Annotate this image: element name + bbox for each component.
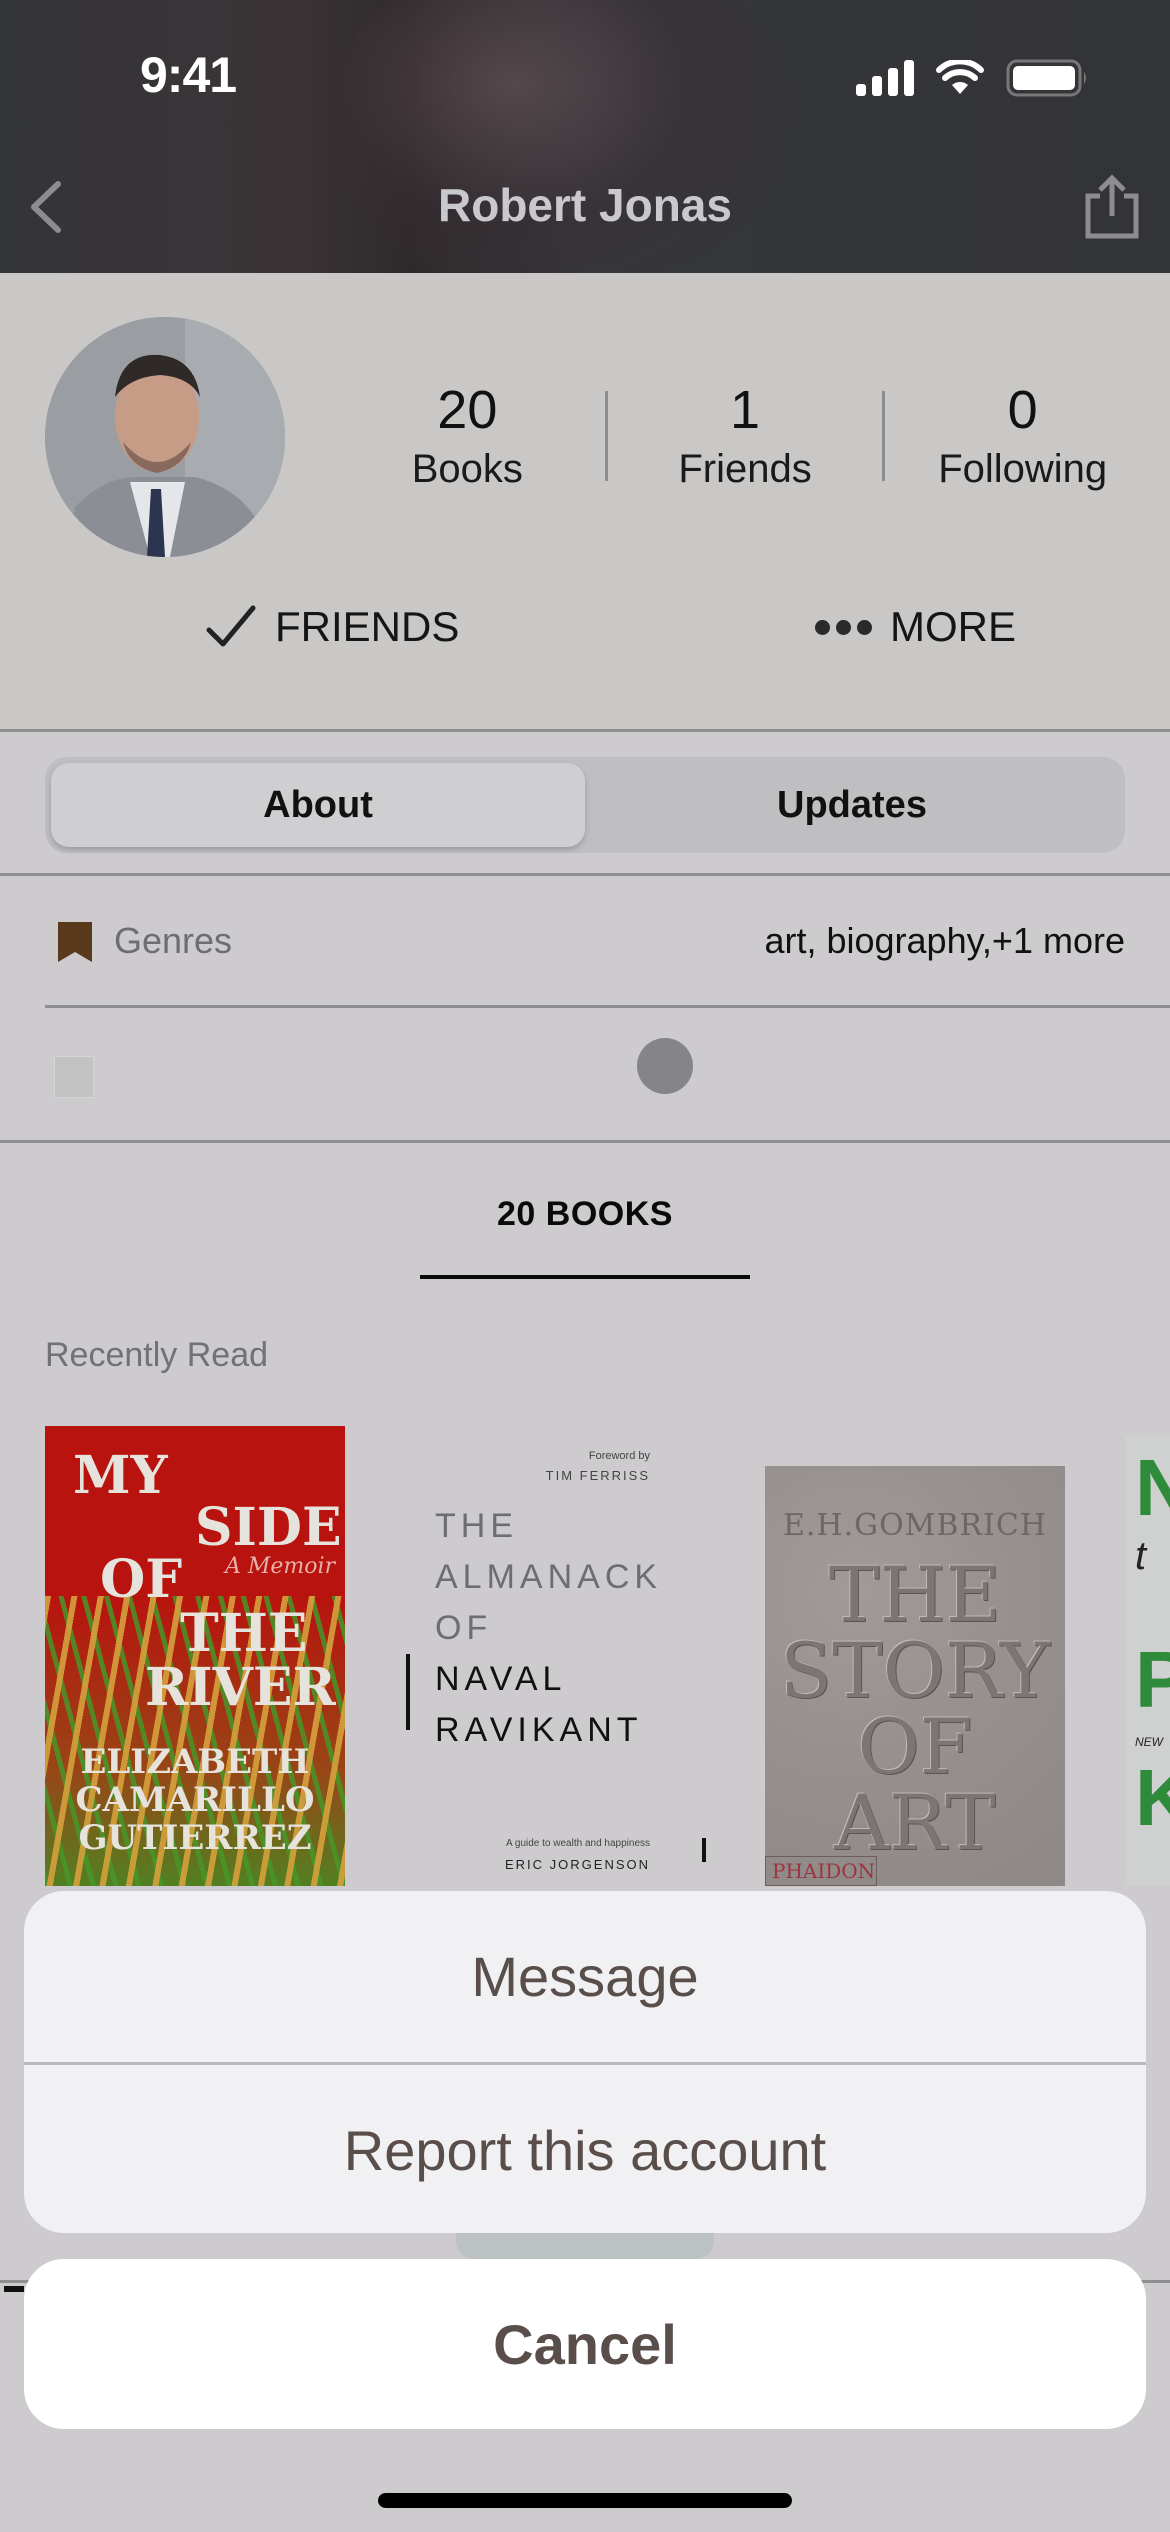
book-foreword: Foreword by TIM FERRISS xyxy=(546,1448,650,1486)
book-title-line: THE xyxy=(435,1507,518,1545)
book-title-line: OF xyxy=(435,1609,493,1647)
page-title: Robert Jonas xyxy=(438,179,732,231)
stat-books-value: 20 xyxy=(437,380,498,440)
share-icon[interactable] xyxy=(1082,174,1142,240)
tab-about[interactable]: About xyxy=(51,763,585,847)
book-author-line: ELIZABETH xyxy=(80,1742,310,1782)
wifi-icon xyxy=(936,60,984,94)
book-cover-accent xyxy=(406,1654,410,1730)
book-cover[interactable]: Foreword by TIM FERRISS THE ALMANACK OF … xyxy=(380,1426,710,1886)
book-title: THE ALMANACK OF NAVAL RAVIKANT xyxy=(435,1501,662,1756)
book-title-line: OF xyxy=(100,1549,183,1610)
stat-following-label: Following xyxy=(938,447,1108,491)
avatar[interactable] xyxy=(45,317,285,557)
book-cover[interactable]: E.H.GOMBRICH THE STORY OF ART PHAIDON xyxy=(765,1466,1065,1886)
more-button-label: MORE xyxy=(890,603,1016,650)
clock-icon xyxy=(54,1056,94,1098)
checkmark-icon xyxy=(206,605,256,647)
book-title-letter: N xyxy=(1135,1443,1170,1532)
genres-value: art, biography,+1 more xyxy=(764,920,1125,961)
loading-indicator xyxy=(637,1038,693,1094)
book-title-line: THE xyxy=(180,1603,308,1664)
book-subtitle: A Memoir xyxy=(225,1554,336,1579)
message-button[interactable]: Message xyxy=(24,1891,1146,2062)
book-tagline: A guide to wealth and happiness xyxy=(506,1838,650,1849)
book-title-line: STORY xyxy=(779,1626,1051,1715)
book-author: E.H.GOMBRICH xyxy=(782,1508,1047,1543)
stat-following-value: 0 xyxy=(1007,380,1038,440)
book-foreword-label: Foreword by xyxy=(588,1450,650,1462)
divider xyxy=(0,2280,30,2283)
background-button-peek xyxy=(456,2233,714,2259)
genres-label: Genres xyxy=(114,920,233,961)
about-updates-segmented-control: About Updates xyxy=(45,757,1125,853)
profile-actions: FRIENDS MORE xyxy=(0,603,1170,683)
friends-button[interactable]: FRIENDS xyxy=(205,603,459,651)
book-author-line: GUTIERREZ xyxy=(78,1818,312,1858)
book-title-letter: P xyxy=(1135,1635,1170,1724)
home-indicator[interactable] xyxy=(378,2493,792,2508)
battery-icon xyxy=(1006,59,1086,97)
avatar-photo xyxy=(45,317,285,557)
book-subtitle-block: A guide to wealth and happiness ERIC JOR… xyxy=(505,1834,650,1878)
stat-books-label: Books xyxy=(411,447,523,491)
report-account-button[interactable]: Report this account xyxy=(24,2065,1146,2233)
divider xyxy=(0,729,1170,732)
status-bar: 9:41 xyxy=(0,0,1170,150)
book-title-letter: K xyxy=(1135,1753,1170,1842)
friends-button-label: FRIENDS xyxy=(275,603,460,650)
stat-friends-value: 1 xyxy=(729,380,761,440)
book-title-line: ART xyxy=(834,1778,996,1867)
book-title-letter: NEW xyxy=(1135,1735,1163,1749)
book-title-line: ALMANACK xyxy=(435,1558,663,1596)
books-tab-underline xyxy=(420,1275,750,1279)
book-title-line: THE xyxy=(828,1550,1002,1639)
more-dots-icon xyxy=(815,619,872,635)
book-title-line: OF xyxy=(857,1702,973,1791)
stat-friends-label: Friends xyxy=(678,447,812,491)
profile-stats: 20 Books 1 Friends 0 Following xyxy=(330,383,1160,503)
book-publisher: PHAIDON xyxy=(765,1856,877,1886)
book-foreword-name: TIM FERRISS xyxy=(545,1467,650,1483)
books-count-tab[interactable]: 20 BOOKS xyxy=(420,1195,750,1234)
genres-row[interactable]: Genres art, biography,+1 more xyxy=(0,876,1170,1006)
book-title-line: RAVIKANT xyxy=(435,1711,643,1749)
cancel-button[interactable]: Cancel xyxy=(24,2259,1146,2429)
recently-read-label: Recently Read xyxy=(45,1336,269,1374)
book-author: ERIC JORGENSON xyxy=(504,1857,650,1872)
bookmark-icon xyxy=(58,922,92,962)
cellular-signal-icon xyxy=(856,60,914,96)
divider xyxy=(0,1140,1170,1143)
status-icons xyxy=(856,58,1090,98)
book-title-line: NAVAL xyxy=(435,1660,567,1698)
book-cover[interactable]: N t P NEW K xyxy=(1125,1436,1170,1886)
stat-following[interactable]: 0 Following xyxy=(885,383,1160,503)
status-time: 9:41 xyxy=(140,47,237,103)
book-cover[interactable]: MY SIDE OF A Memoir THE RIVER ELIZABETH … xyxy=(45,1426,345,1886)
tab-indicator xyxy=(4,2286,24,2292)
about-row-loading xyxy=(0,1008,1170,1138)
profile-summary: 20 Books 1 Friends 0 Following FRIENDS M… xyxy=(0,273,1170,729)
action-sheet: Message Report this account xyxy=(24,1891,1146,2233)
divider xyxy=(1140,2280,1170,2283)
book-title-line: SIDE xyxy=(195,1497,342,1558)
navigation-bar: Robert Jonas xyxy=(0,150,1170,273)
book-title-letter: t xyxy=(1135,1534,1147,1578)
book-author-line: CAMARILLO xyxy=(75,1780,315,1820)
profile-header: 9:41 Robert Jonas xyxy=(0,0,1170,273)
book-title-line: RIVER xyxy=(145,1657,336,1718)
more-button[interactable]: MORE xyxy=(815,603,1016,651)
book-title-line: MY xyxy=(73,1445,168,1506)
stat-friends[interactable]: 1 Friends xyxy=(608,383,883,503)
tab-updates[interactable]: Updates xyxy=(585,763,1119,847)
stat-books[interactable]: 20 Books xyxy=(330,383,605,503)
book-cover-accent xyxy=(702,1838,706,1862)
